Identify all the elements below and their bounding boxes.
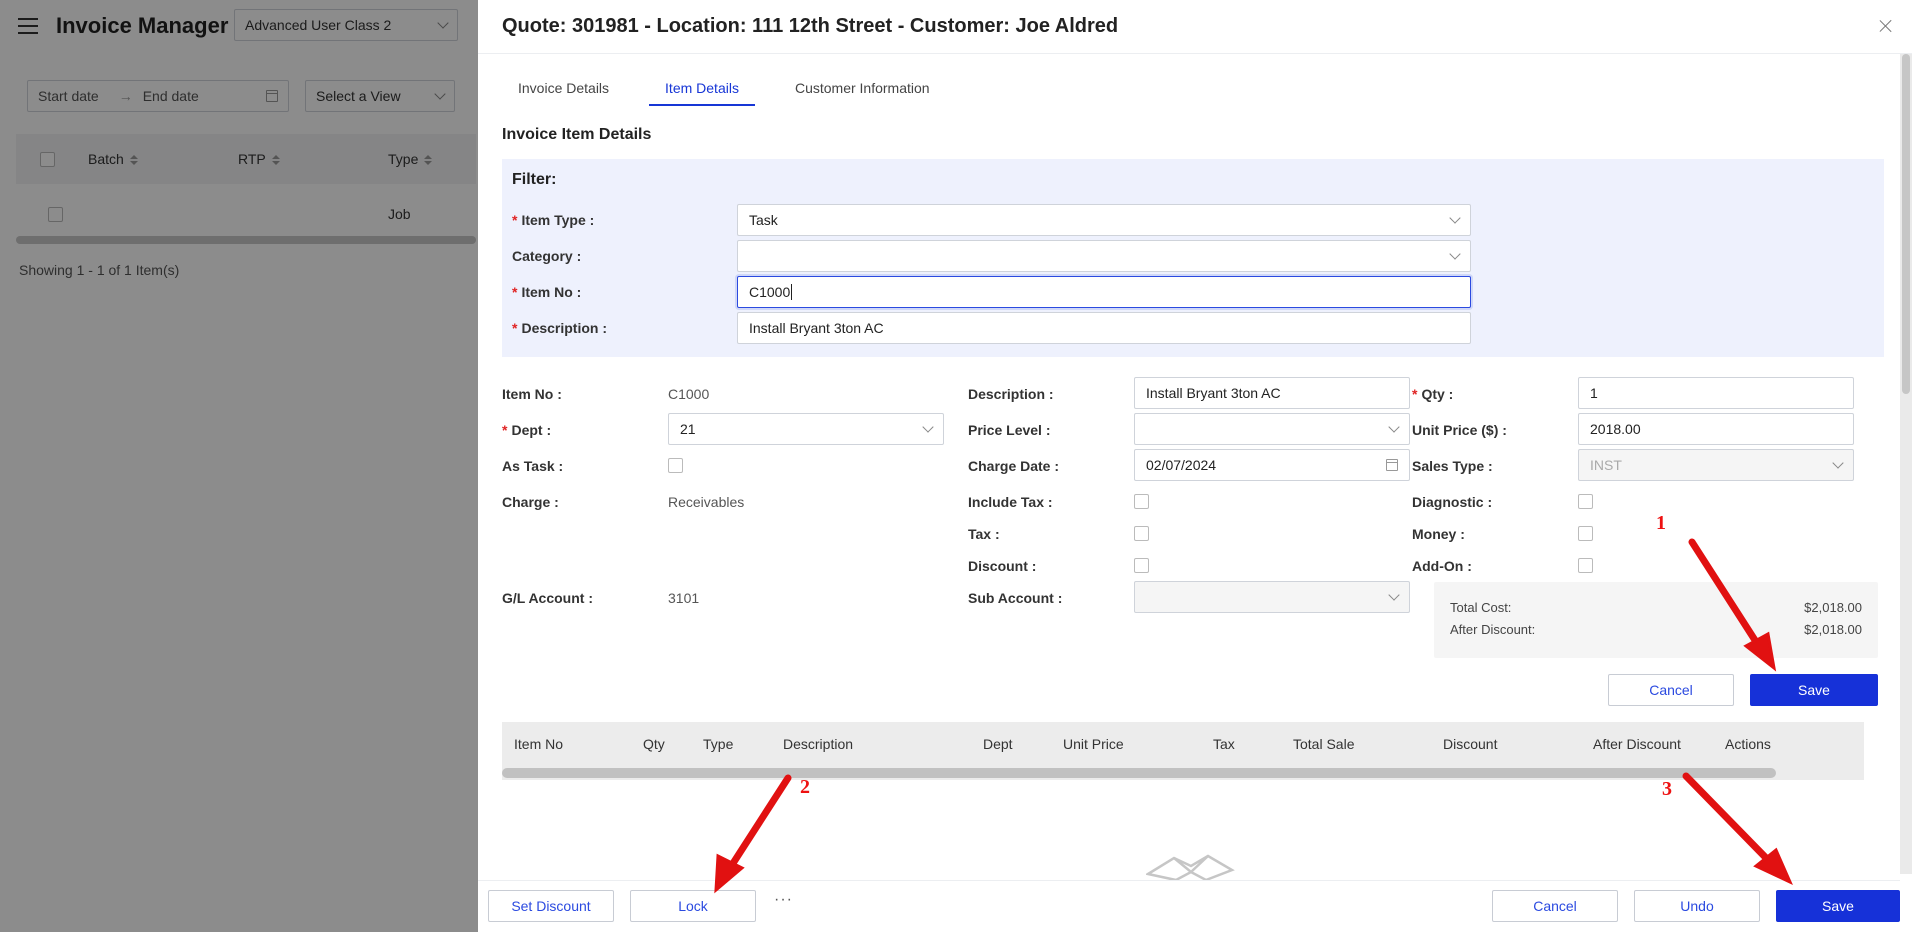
annotation-label-1: 1 — [1656, 512, 1666, 534]
annotation-label-2: 2 — [800, 776, 810, 798]
annotation-label-3: 3 — [1662, 778, 1672, 800]
annotation-arrow-3 — [1682, 772, 1774, 866]
annotation-arrow-1 — [1688, 538, 1764, 652]
annotation-arrow-2 — [726, 774, 792, 872]
annotation-arrows — [714, 538, 1793, 894]
